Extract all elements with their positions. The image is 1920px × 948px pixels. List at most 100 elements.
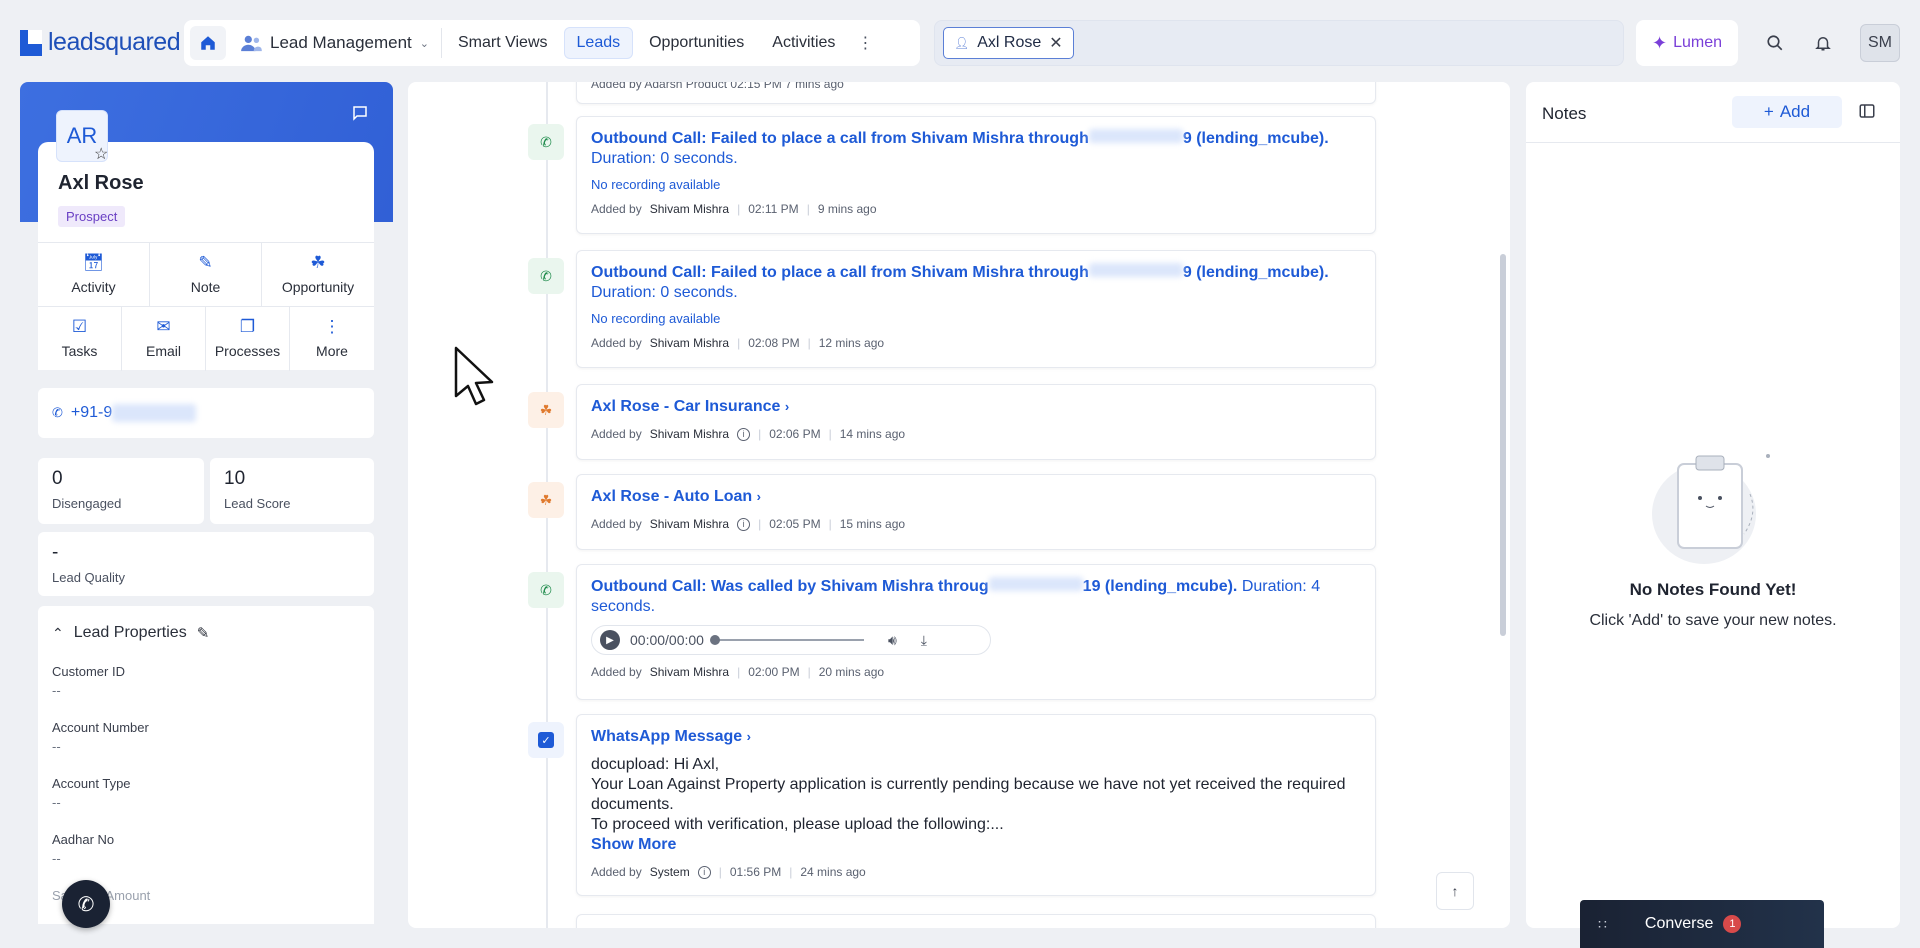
top-bar: leadsquared Lead Management ⌄ Smart View… (0, 0, 1920, 86)
audio-player[interactable]: ▶ 00:00/00:00 🔊︎ ⤓ (591, 625, 991, 655)
logo-mark (20, 29, 42, 56)
entry-title[interactable]: Axl Rose - Auto Loan › (591, 487, 1361, 507)
activity-action[interactable]: 📅︎ Activity (38, 243, 150, 307)
star-icon[interactable]: ☆ (94, 144, 108, 164)
logo-text: leadsquared (48, 28, 181, 56)
volume-icon[interactable]: 🔊︎ (888, 632, 897, 649)
entry-duration: Duration: 0 seconds. (591, 284, 738, 301)
scroll-to-top-button[interactable]: ↑ (1436, 872, 1474, 910)
audio-seek-slider[interactable] (709, 635, 864, 645)
timeline-entry-partial (576, 914, 1376, 928)
search-chip[interactable]: 👤︎ Axl Rose ✕ (943, 27, 1074, 59)
tab-smart-views[interactable]: Smart Views (446, 28, 560, 58)
checkbox-icon: ✓ (528, 722, 564, 758)
chevron-down-icon: ⌄ (419, 37, 429, 50)
note-label: Note (190, 279, 221, 295)
module-label: Lead Management (270, 33, 412, 52)
notes-panel: Notes + Add No Notes Found Yet! Click 'Ad… (1526, 82, 1900, 928)
lead-properties-header[interactable]: ⌃ Lead Properties ✎ (52, 624, 360, 642)
property-key: Aadhar No (52, 832, 115, 847)
plus-icon: + (1763, 102, 1774, 121)
processes-action[interactable]: ❐ Processes (206, 307, 290, 371)
more-tabs-icon[interactable]: ⋮ (857, 33, 873, 53)
lead-stage-badge[interactable]: Prospect (58, 206, 126, 227)
entry-meta: Added by Shivam Mishra | 02:00 PM | 20 mins a… (591, 665, 885, 679)
audio-time: 00:00/00:00 (630, 632, 704, 648)
sidebar-toggle-icon[interactable] (1858, 102, 1876, 123)
property-account-type: Account Type -- (52, 776, 360, 810)
edit-icon[interactable]: ✎ (197, 624, 210, 642)
entry-meta: Added by Shivam Mishra i | 02:06 PM | 14 mins … (591, 427, 906, 441)
play-icon[interactable]: ▶ (600, 630, 620, 650)
lumen-button[interactable]: ✦ Lumen (1636, 20, 1738, 66)
note-edit-icon: ✎ (198, 253, 213, 272)
timeline-scrollbar[interactable] (1500, 254, 1506, 636)
entry-meta: Added by Shivam Mishra i | 02:05 PM | 15 mins … (591, 517, 906, 531)
entry-meta: Added by Shivam Mishra | 02:11 PM | 9 mins ag… (591, 202, 877, 216)
more-label: More (316, 343, 348, 359)
entry-title[interactable]: WhatsApp Message › (591, 727, 1361, 747)
entry-title[interactable]: Outbound Call: Was called by Shivam Mish… (591, 577, 1361, 597)
property-key: Account Number (52, 720, 149, 735)
activity-label: Activity (71, 279, 116, 295)
user-avatar[interactable]: SM (1860, 24, 1900, 62)
activity-timeline: Added by Adarsh Product 02:15 PM 7 mins … (408, 82, 1510, 928)
converse-widget[interactable]: ∷ Converse 1 (1580, 900, 1824, 948)
lead-properties-card: ⌃ Lead Properties ✎ Customer ID -- Accoun… (38, 606, 374, 924)
entry-duration: Duration: 0 seconds. (591, 150, 738, 167)
users-icon (241, 35, 262, 52)
entry-title[interactable]: Axl Rose - Car Insurance › (591, 397, 1361, 417)
lead-properties-title: Lead Properties (73, 624, 187, 641)
tab-opportunities[interactable]: Opportunities (637, 28, 756, 58)
property-value: -- (52, 683, 61, 698)
search-button[interactable] (1756, 24, 1794, 62)
home-button[interactable] (190, 26, 226, 60)
entry-meta: Added by Shivam Mishra | 02:08 PM | 12 mins a… (591, 336, 885, 350)
property-key: Customer ID (52, 664, 125, 679)
property-customer-id: Customer ID -- (52, 664, 360, 698)
phone-icon: ✆ (52, 405, 63, 420)
task-list-icon: ☑ (71, 317, 88, 336)
entry-recording-note: No recording available (591, 177, 721, 192)
tasks-action[interactable]: ☑ Tasks (38, 307, 122, 371)
download-icon[interactable]: ⤓ (921, 632, 927, 649)
module-switcher[interactable]: Lead Management ⌄ (240, 28, 442, 58)
chevron-up-icon[interactable]: ⌃ (52, 625, 64, 642)
global-search[interactable]: 👤︎ Axl Rose ✕ (934, 20, 1624, 66)
engagement-value: 0 (52, 468, 63, 489)
notifications-button[interactable] (1804, 24, 1842, 62)
more-action[interactable]: ⋮ More (290, 307, 374, 371)
notes-divider (1526, 142, 1900, 143)
message-body: docupload: Hi Axl, Your Loan Against Pro… (591, 756, 1346, 833)
notes-title: Notes (1542, 104, 1587, 123)
entry-title[interactable]: Outbound Call: Failed to place a call fr… (591, 263, 1361, 283)
property-value: -- (52, 795, 61, 810)
lumen-label: Lumen (1673, 34, 1722, 51)
lead-name: Axl Rose (58, 172, 144, 194)
phone-redacted (112, 404, 197, 422)
close-icon[interactable]: ✕ (1049, 33, 1062, 53)
add-note-button[interactable]: + Add (1732, 96, 1842, 128)
note-action[interactable]: ✎ Note (150, 243, 262, 307)
opportunity-icon: ☘ (528, 392, 564, 428)
info-icon: i (737, 427, 751, 441)
empty-clipboard-icon (1652, 454, 1770, 564)
phone-card[interactable]: ✆ +91-9 (38, 388, 374, 438)
phone-call-icon: ✆ (528, 124, 564, 160)
tab-activities[interactable]: Activities (760, 28, 847, 58)
tab-leads[interactable]: Leads (563, 27, 634, 59)
drag-handle-icon[interactable]: ∷ (1598, 916, 1607, 933)
converse-count-badge: 1 (1723, 915, 1742, 933)
opportunity-icon: ☘ (310, 253, 326, 272)
entry-meta: Added by System i | 01:56 PM | 24 mins ago (591, 865, 866, 879)
app-logo[interactable]: leadsquared (20, 28, 181, 57)
show-more-link[interactable]: Show More (591, 835, 1361, 855)
opportunity-action[interactable]: ☘ Opportunity (262, 243, 374, 307)
chat-icon[interactable] (351, 104, 369, 125)
call-button[interactable]: ✆ (62, 880, 110, 928)
info-icon: i (737, 517, 751, 531)
property-key: Account Type (52, 776, 131, 791)
entry-title[interactable]: Outbound Call: Failed to place a call fr… (591, 129, 1361, 149)
lead-details-panel: AR ☆ Axl Rose Prospect 📅︎ Activity ✎ Not… (20, 82, 393, 924)
email-action[interactable]: ✉ Email (122, 307, 206, 371)
